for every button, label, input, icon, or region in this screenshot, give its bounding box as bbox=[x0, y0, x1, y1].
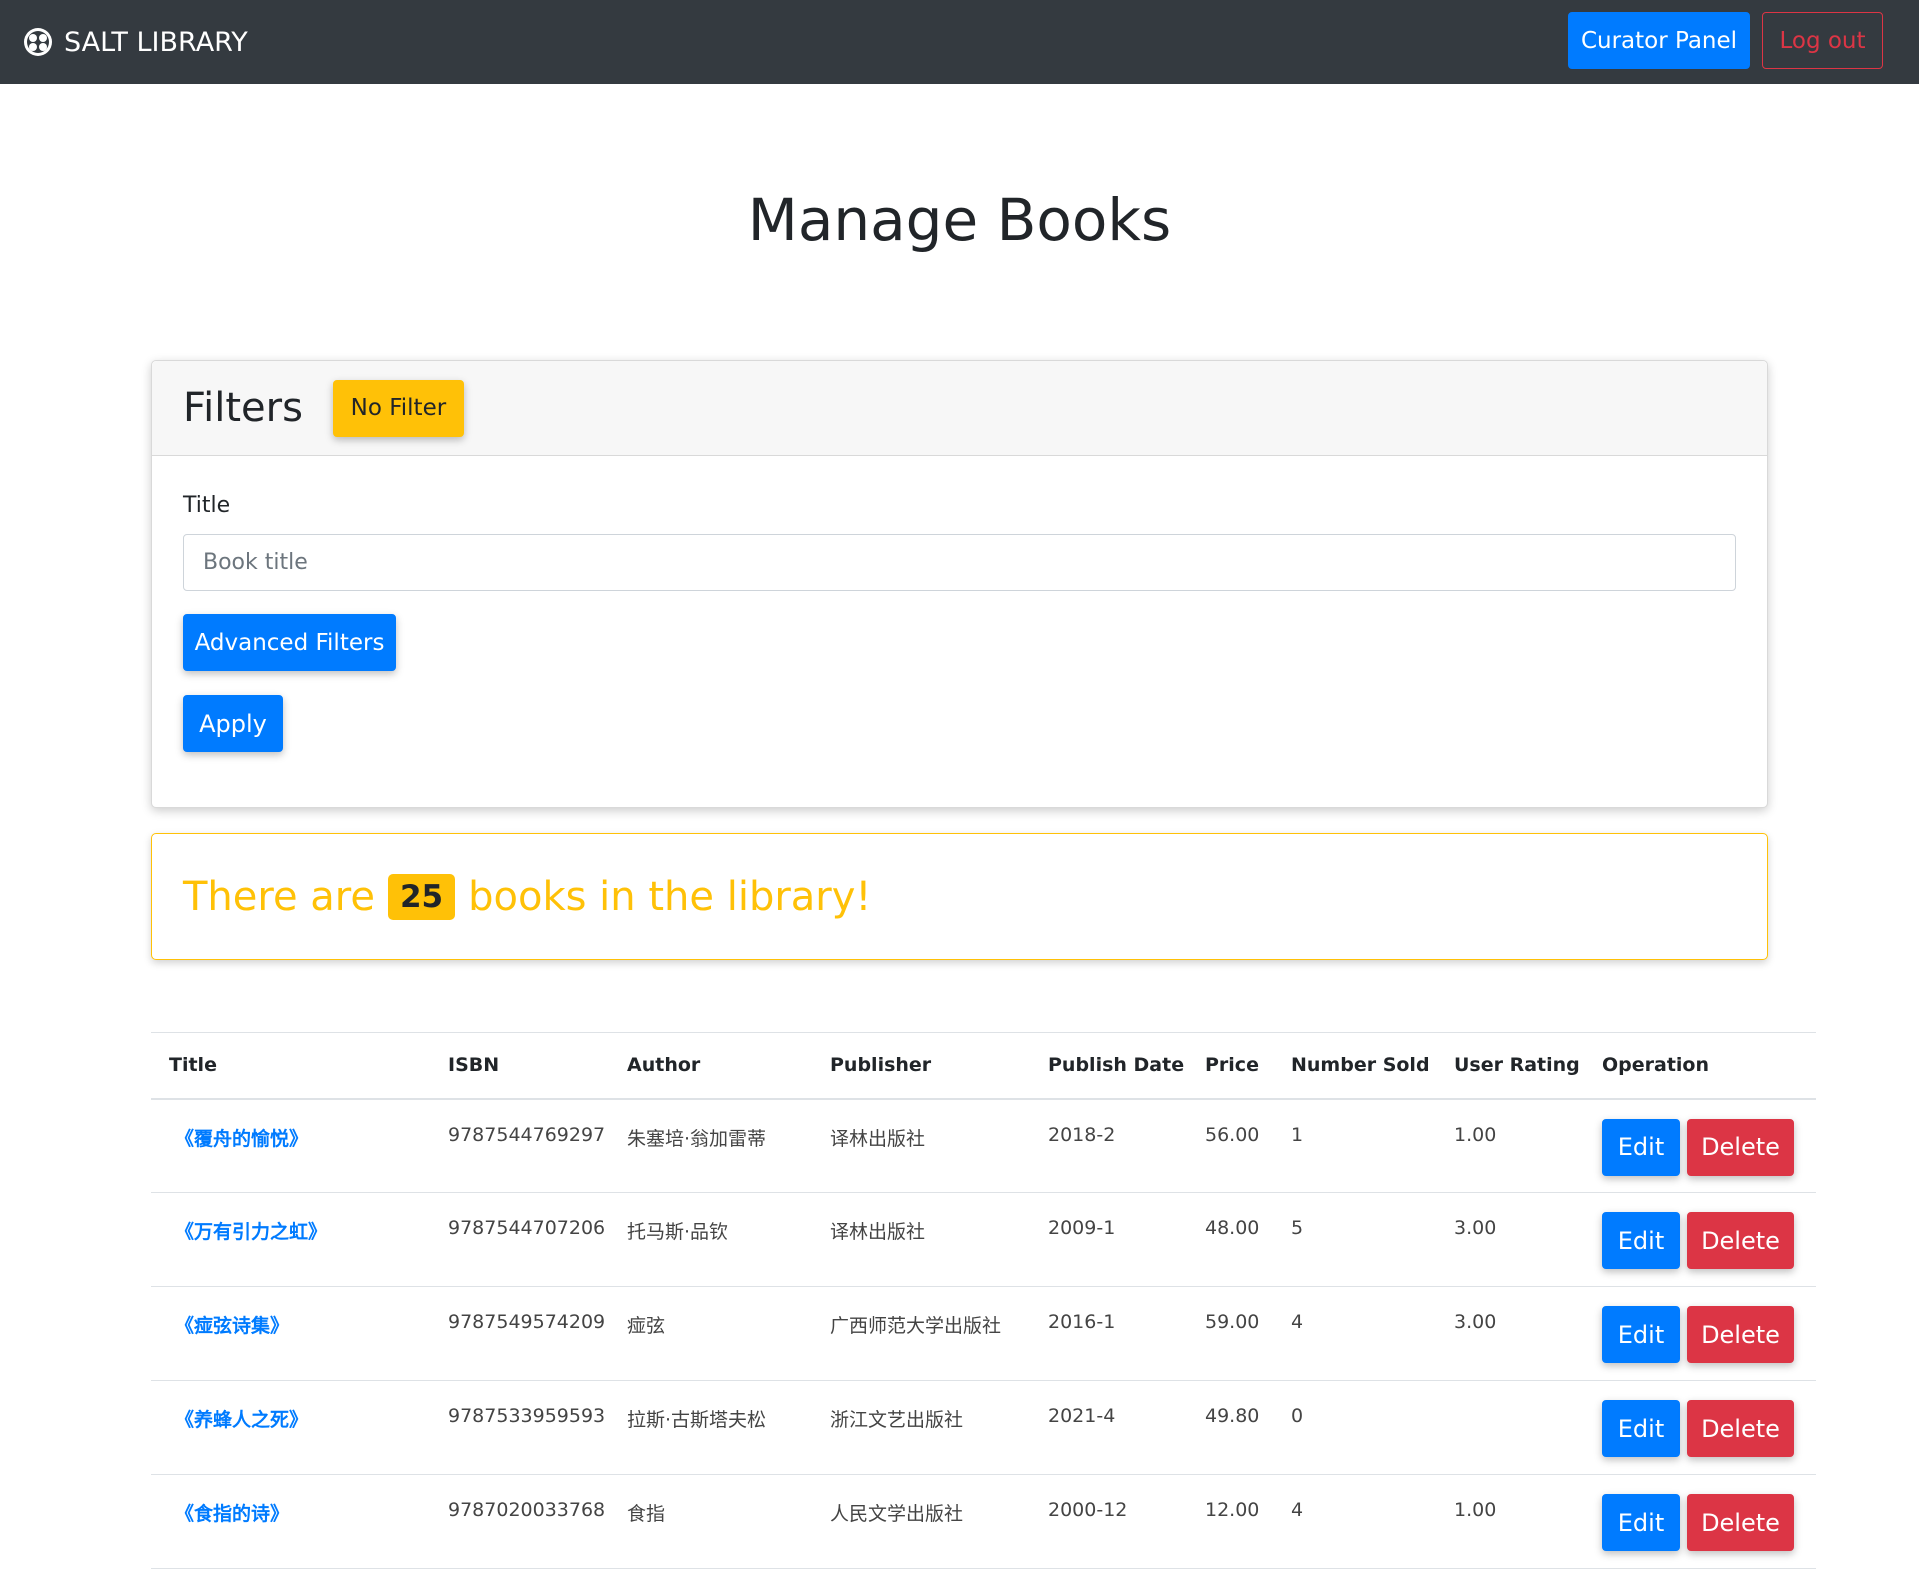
publisher-cell: 人民文学出版社 bbox=[812, 1474, 1030, 1569]
isbn-cell: 9787020033768 bbox=[430, 1474, 609, 1569]
no-filter-button[interactable]: No Filter bbox=[332, 379, 464, 437]
book-title-link[interactable]: 《养蜂人之死》 bbox=[175, 1409, 308, 1431]
title-label: Title bbox=[183, 493, 231, 518]
table-row: 《痖弦诗集》 9787549574209 痖弦 广西师范大学出版社 2016-1… bbox=[151, 1286, 1816, 1381]
col-header-isbn[interactable]: ISBN bbox=[430, 1032, 609, 1100]
table-row: 《万有引力之虹》 9787544707206 托马斯·品钦 译林出版社 2009… bbox=[151, 1192, 1816, 1287]
number-sold-cell: 0 bbox=[1273, 1380, 1436, 1475]
edit-button[interactable]: Edit bbox=[1602, 1400, 1680, 1457]
col-header-number-sold[interactable]: Number Sold bbox=[1273, 1032, 1436, 1100]
isbn-cell: 9787544707206 bbox=[430, 1192, 609, 1287]
publish-date-cell: 2009-1 bbox=[1030, 1192, 1187, 1287]
table-row: 《养蜂人之死》 9787533959593 拉斯·古斯塔夫松 浙江文艺出版社 2… bbox=[151, 1380, 1816, 1475]
advanced-filters-button[interactable]: Advanced Filters bbox=[183, 614, 396, 671]
publisher-cell: 广西师范大学出版社 bbox=[812, 1286, 1030, 1381]
edit-button[interactable]: Edit bbox=[1602, 1494, 1680, 1551]
user-rating-cell: 3.00 bbox=[1436, 1192, 1584, 1287]
book-title-link[interactable]: 《覆舟的愉悦》 bbox=[175, 1128, 308, 1150]
col-header-publish-date[interactable]: Publish Date bbox=[1030, 1032, 1187, 1100]
number-sold-cell: 1 bbox=[1273, 1098, 1436, 1193]
isbn-cell: 9787549574209 bbox=[430, 1286, 609, 1381]
col-header-title[interactable]: Title bbox=[151, 1032, 430, 1100]
table-header-row: Title ISBN Author Publisher Publish Date… bbox=[151, 1032, 1816, 1100]
edit-button[interactable]: Edit bbox=[1602, 1212, 1680, 1269]
price-cell: 48.00 bbox=[1187, 1192, 1273, 1287]
publish-date-cell: 2000-12 bbox=[1030, 1474, 1187, 1569]
author-cell: 拉斯·古斯塔夫松 bbox=[609, 1380, 812, 1475]
filters-card: Filters No Filter Title Advanced Filters… bbox=[151, 360, 1768, 808]
author-cell: 食指 bbox=[609, 1474, 812, 1569]
book-title-link[interactable]: 《万有引力之虹》 bbox=[175, 1221, 327, 1243]
logout-button[interactable]: Log out bbox=[1762, 12, 1883, 69]
user-rating-cell: 3.00 bbox=[1436, 1286, 1584, 1381]
apply-button[interactable]: Apply bbox=[183, 695, 283, 752]
col-header-author[interactable]: Author bbox=[609, 1032, 812, 1100]
price-cell: 12.00 bbox=[1187, 1474, 1273, 1569]
isbn-cell: 9787544769297 bbox=[430, 1098, 609, 1193]
publisher-cell: 浙江文艺出版社 bbox=[812, 1380, 1030, 1475]
delete-button[interactable]: Delete bbox=[1687, 1212, 1794, 1269]
author-cell: 托马斯·品钦 bbox=[609, 1192, 812, 1287]
user-rating-cell bbox=[1436, 1380, 1584, 1475]
book-title-link[interactable]: 《痖弦诗集》 bbox=[175, 1315, 289, 1337]
delete-button[interactable]: Delete bbox=[1687, 1118, 1794, 1176]
delete-button[interactable]: Delete bbox=[1687, 1494, 1794, 1551]
user-rating-cell: 1.00 bbox=[1436, 1098, 1584, 1193]
title-search-input[interactable] bbox=[183, 534, 1736, 591]
user-rating-cell: 1.00 bbox=[1436, 1474, 1584, 1569]
page-title: Manage Books bbox=[747, 186, 1172, 254]
price-cell: 59.00 bbox=[1187, 1286, 1273, 1381]
count-prefix: There are bbox=[183, 873, 375, 920]
edit-button[interactable]: Edit bbox=[1602, 1306, 1680, 1363]
price-cell: 49.80 bbox=[1187, 1380, 1273, 1475]
table-row: 《食指的诗》 9787020033768 食指 人民文学出版社 2000-12 … bbox=[151, 1474, 1816, 1569]
author-cell: 朱塞培·翁加雷蒂 bbox=[609, 1098, 812, 1193]
publish-date-cell: 2016-1 bbox=[1030, 1286, 1187, 1381]
publish-date-cell: 2021-4 bbox=[1030, 1380, 1187, 1475]
edit-button[interactable]: Edit bbox=[1602, 1118, 1680, 1176]
publish-date-cell: 2018-2 bbox=[1030, 1098, 1187, 1193]
table-row: 《覆舟的愉悦》 9787544769297 朱塞培·翁加雷蒂 译林出版社 201… bbox=[151, 1098, 1816, 1193]
brand[interactable]: SALT LIBRARY bbox=[22, 26, 248, 58]
book-count-badge: 25 bbox=[387, 873, 456, 920]
number-sold-cell: 5 bbox=[1273, 1192, 1436, 1287]
count-suffix: books in the library! bbox=[468, 873, 872, 920]
brand-label: SALT LIBRARY bbox=[64, 26, 248, 58]
publisher-cell: 译林出版社 bbox=[812, 1098, 1030, 1193]
books-table: Title ISBN Author Publisher Publish Date… bbox=[151, 1032, 1816, 1569]
filters-header: Filters No Filter bbox=[152, 361, 1767, 456]
delete-button[interactable]: Delete bbox=[1687, 1306, 1794, 1363]
isbn-cell: 9787533959593 bbox=[430, 1380, 609, 1475]
navbar: SALT LIBRARY Curator Panel Log out bbox=[0, 0, 1919, 84]
book-title-link[interactable]: 《食指的诗》 bbox=[175, 1503, 289, 1525]
number-sold-cell: 4 bbox=[1273, 1474, 1436, 1569]
price-cell: 56.00 bbox=[1187, 1098, 1273, 1193]
publisher-cell: 译林出版社 bbox=[812, 1192, 1030, 1287]
film-reel-icon bbox=[24, 28, 52, 56]
col-header-publisher[interactable]: Publisher bbox=[812, 1032, 1030, 1100]
delete-button[interactable]: Delete bbox=[1687, 1400, 1794, 1457]
col-header-operation: Operation bbox=[1584, 1032, 1816, 1100]
curator-panel-button[interactable]: Curator Panel bbox=[1568, 12, 1750, 69]
col-header-user-rating[interactable]: User Rating bbox=[1436, 1032, 1584, 1100]
number-sold-cell: 4 bbox=[1273, 1286, 1436, 1381]
book-count-alert: There are 25 books in the library! bbox=[151, 833, 1768, 960]
col-header-price[interactable]: Price bbox=[1187, 1032, 1273, 1100]
filters-heading: Filters bbox=[183, 385, 303, 431]
author-cell: 痖弦 bbox=[609, 1286, 812, 1381]
